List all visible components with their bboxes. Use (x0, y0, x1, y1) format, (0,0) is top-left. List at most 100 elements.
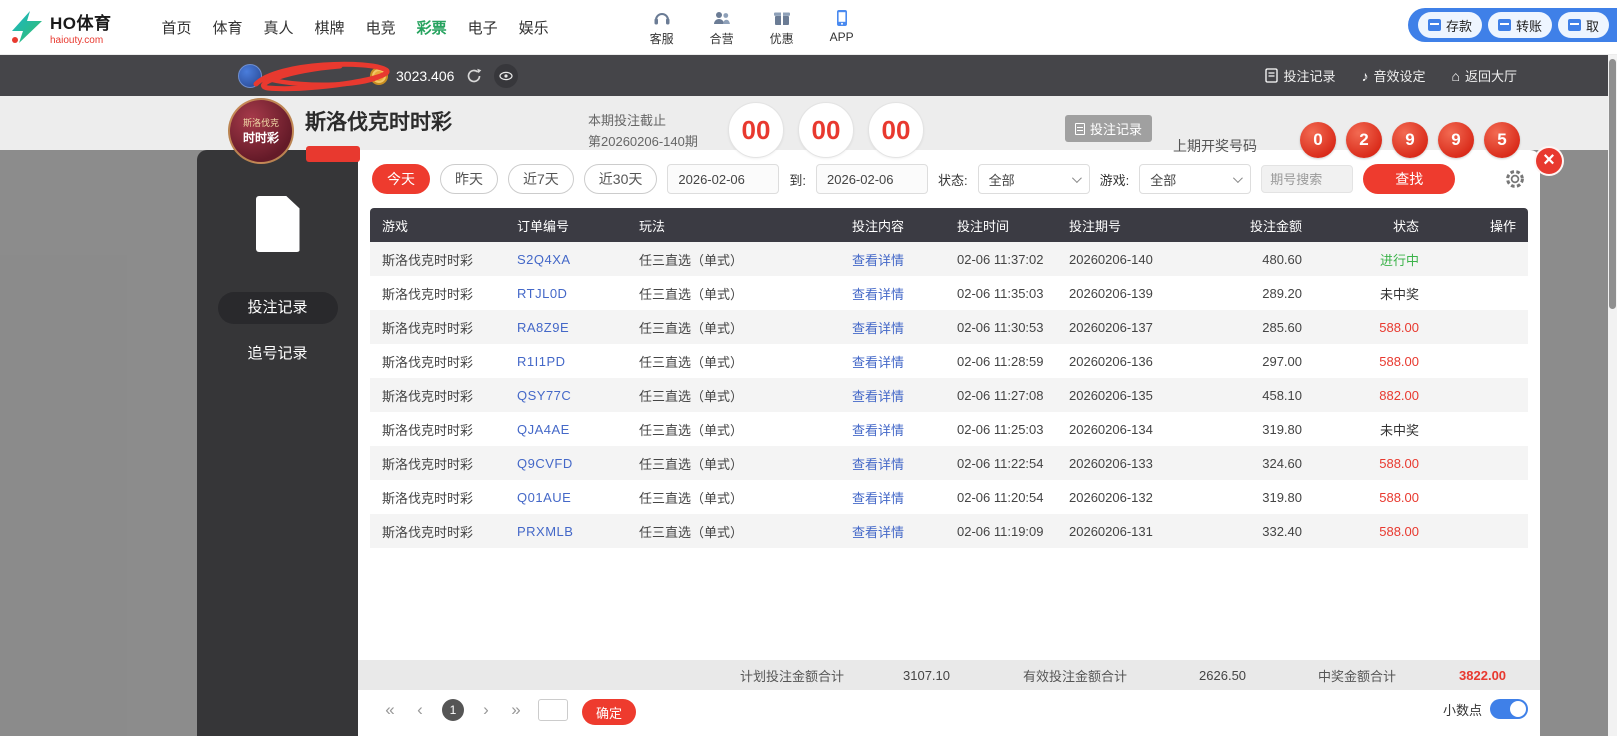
cell-period: 20260206-131 (1069, 524, 1204, 539)
nav-link-esports[interactable]: 电竞 (364, 13, 398, 42)
column-header: 游戏 (382, 216, 517, 235)
nav-item-support[interactable]: 客服 (639, 8, 685, 47)
nav-link-lottery[interactable]: 彩票 (415, 13, 449, 42)
wallet-actions: 存款 转账 取 (1408, 8, 1617, 42)
userbar-bet-records-link[interactable]: 投注记录 (1265, 66, 1335, 85)
valid-total-label: 有效投注金额合计 (1023, 666, 1127, 685)
close-dialog-button[interactable]: × (1534, 146, 1564, 176)
brand-logo[interactable]: HO体育 haiouty.com (10, 9, 112, 46)
table-row: 斯洛伐克时时彩QSY77C任三直选（单式）查看详情02-06 11:27:082… (370, 378, 1528, 412)
pagination-bar: « ‹ 1 › » 确定 小数点 (358, 690, 1540, 736)
filter-7days-button[interactable]: 近7天 (508, 164, 574, 194)
date-from-input[interactable]: 2026-02-06 (667, 164, 779, 194)
view-detail-link[interactable]: 查看详情 (799, 488, 957, 507)
filter-today-button[interactable]: 今天 (372, 164, 430, 194)
table-row: 斯洛伐克时时彩QJA4AE任三直选（单式）查看详情02-06 11:25:032… (370, 412, 1528, 446)
deposit-button[interactable]: 存款 (1418, 12, 1482, 38)
withdraw-button[interactable]: 取 (1558, 12, 1609, 38)
countdown-minutes: 00 (728, 102, 784, 158)
game-select[interactable]: 全部 (1139, 164, 1251, 194)
search-button[interactable]: 查找 (1363, 164, 1455, 194)
nav-item-promo[interactable]: 优惠 (759, 8, 805, 47)
nav-link-home[interactable]: 首页 (160, 13, 194, 42)
game-label: 游戏: (1100, 170, 1130, 189)
transfer-button[interactable]: 转账 (1488, 12, 1552, 38)
period-search-input[interactable] (1261, 165, 1353, 193)
order-number-link[interactable]: PRXMLB (517, 524, 639, 539)
order-number-link[interactable]: QSY77C (517, 388, 639, 403)
view-detail-link[interactable]: 查看详情 (799, 352, 957, 371)
transfer-icon (1498, 19, 1511, 31)
nav-link-chess[interactable]: 棋牌 (313, 13, 347, 42)
cell-period: 20260206-133 (1069, 456, 1204, 471)
cell-period: 20260206-132 (1069, 490, 1204, 505)
view-detail-link[interactable]: 查看详情 (799, 318, 957, 337)
order-number-link[interactable]: RTJL0D (517, 286, 639, 301)
view-detail-link[interactable]: 查看详情 (799, 522, 957, 541)
first-page-button[interactable]: « (382, 699, 398, 721)
order-number-link[interactable]: S2Q4XA (517, 252, 639, 267)
deadline-period: 第20260206-140期 (588, 131, 698, 152)
top-navbar: HO体育 haiouty.com 首页 体育 真人 棋牌 电竞 彩票 电子 娱乐… (0, 0, 1617, 55)
page-scrollbar[interactable] (1608, 55, 1617, 736)
cell-play: 任三直选（单式） (639, 284, 799, 303)
cell-game: 斯洛伐克时时彩 (382, 386, 517, 405)
view-detail-link[interactable]: 查看详情 (799, 284, 957, 303)
filter-30days-button[interactable]: 近30天 (584, 164, 658, 194)
userbar-link-label: 音效设定 (1374, 66, 1426, 85)
settings-gear-icon[interactable] (1504, 168, 1526, 190)
game-header-red-button[interactable] (306, 146, 360, 162)
userbar-sound-settings-link[interactable]: ♪ 音效设定 (1362, 66, 1426, 85)
cell-amount: 289.20 (1204, 286, 1302, 301)
avatar[interactable] (238, 64, 262, 88)
cell-status: 未中奖 (1302, 284, 1419, 303)
cell-play: 任三直选（单式） (639, 420, 799, 439)
filter-yesterday-button[interactable]: 昨天 (440, 164, 498, 194)
scrollbar-thumb[interactable] (1609, 59, 1616, 309)
next-page-button[interactable]: › (478, 699, 494, 721)
bet-records-button[interactable]: 投注记录 (1065, 115, 1152, 142)
view-detail-link[interactable]: 查看详情 (799, 420, 957, 439)
view-detail-link[interactable]: 查看详情 (799, 250, 957, 269)
nav-link-sports[interactable]: 体育 (211, 13, 245, 42)
to-label: 到: (789, 170, 806, 189)
userbar-back-to-lobby-link[interactable]: ⌂ 返回大厅 (1452, 66, 1517, 85)
decimal-toggle[interactable] (1490, 699, 1528, 719)
current-page-indicator[interactable]: 1 (442, 699, 464, 721)
cell-game: 斯洛伐克时时彩 (382, 488, 517, 507)
last-draw-numbers: 0 2 9 9 5 (1300, 122, 1520, 158)
toggle-balance-visibility-button[interactable] (494, 64, 518, 88)
nav-item-partner[interactable]: 合营 (699, 8, 745, 47)
cell-amount: 319.80 (1204, 422, 1302, 437)
sidebar-item-bet-records[interactable]: 投注记录 (218, 292, 338, 324)
nav-link-slots[interactable]: 电子 (466, 13, 500, 42)
date-to-input[interactable]: 2026-02-06 (816, 164, 928, 194)
table-row: 斯洛伐克时时彩R1I1PD任三直选（单式）查看详情02-06 11:28:592… (370, 344, 1528, 378)
table-row: 斯洛伐克时时彩RA8Z9E任三直选（单式）查看详情02-06 11:30:532… (370, 310, 1528, 344)
order-number-link[interactable]: QJA4AE (517, 422, 639, 437)
refresh-balance-icon[interactable] (466, 68, 482, 84)
nav-link-entertainment[interactable]: 娱乐 (517, 13, 551, 42)
document-icon (1075, 123, 1085, 135)
nav-item-app[interactable]: APP (819, 8, 865, 47)
view-detail-link[interactable]: 查看详情 (799, 386, 957, 405)
home-icon: ⌂ (1452, 69, 1460, 83)
nav-link-live[interactable]: 真人 (262, 13, 296, 42)
order-number-link[interactable]: R1I1PD (517, 354, 639, 369)
view-detail-link[interactable]: 查看详情 (799, 454, 957, 473)
last-page-button[interactable]: » (508, 699, 524, 721)
page-confirm-button[interactable]: 确定 (582, 699, 636, 725)
order-number-link[interactable]: Q9CVFD (517, 456, 639, 471)
cell-time: 02-06 11:19:09 (957, 524, 1069, 539)
column-header: 订单编号 (517, 216, 639, 235)
withdraw-label: 取 (1586, 16, 1599, 35)
order-number-link[interactable]: Q01AUE (517, 490, 639, 505)
status-select[interactable]: 全部 (978, 164, 1090, 194)
win-total-label: 中奖金额合计 (1318, 666, 1396, 685)
page-jump-input[interactable] (538, 699, 568, 721)
order-number-link[interactable]: RA8Z9E (517, 320, 639, 335)
chevron-down-icon (1072, 173, 1082, 183)
sidebar-item-chase-records[interactable]: 追号记录 (218, 338, 338, 370)
bet-records-button-label: 投注记录 (1090, 119, 1142, 138)
prev-page-button[interactable]: ‹ (412, 699, 428, 721)
